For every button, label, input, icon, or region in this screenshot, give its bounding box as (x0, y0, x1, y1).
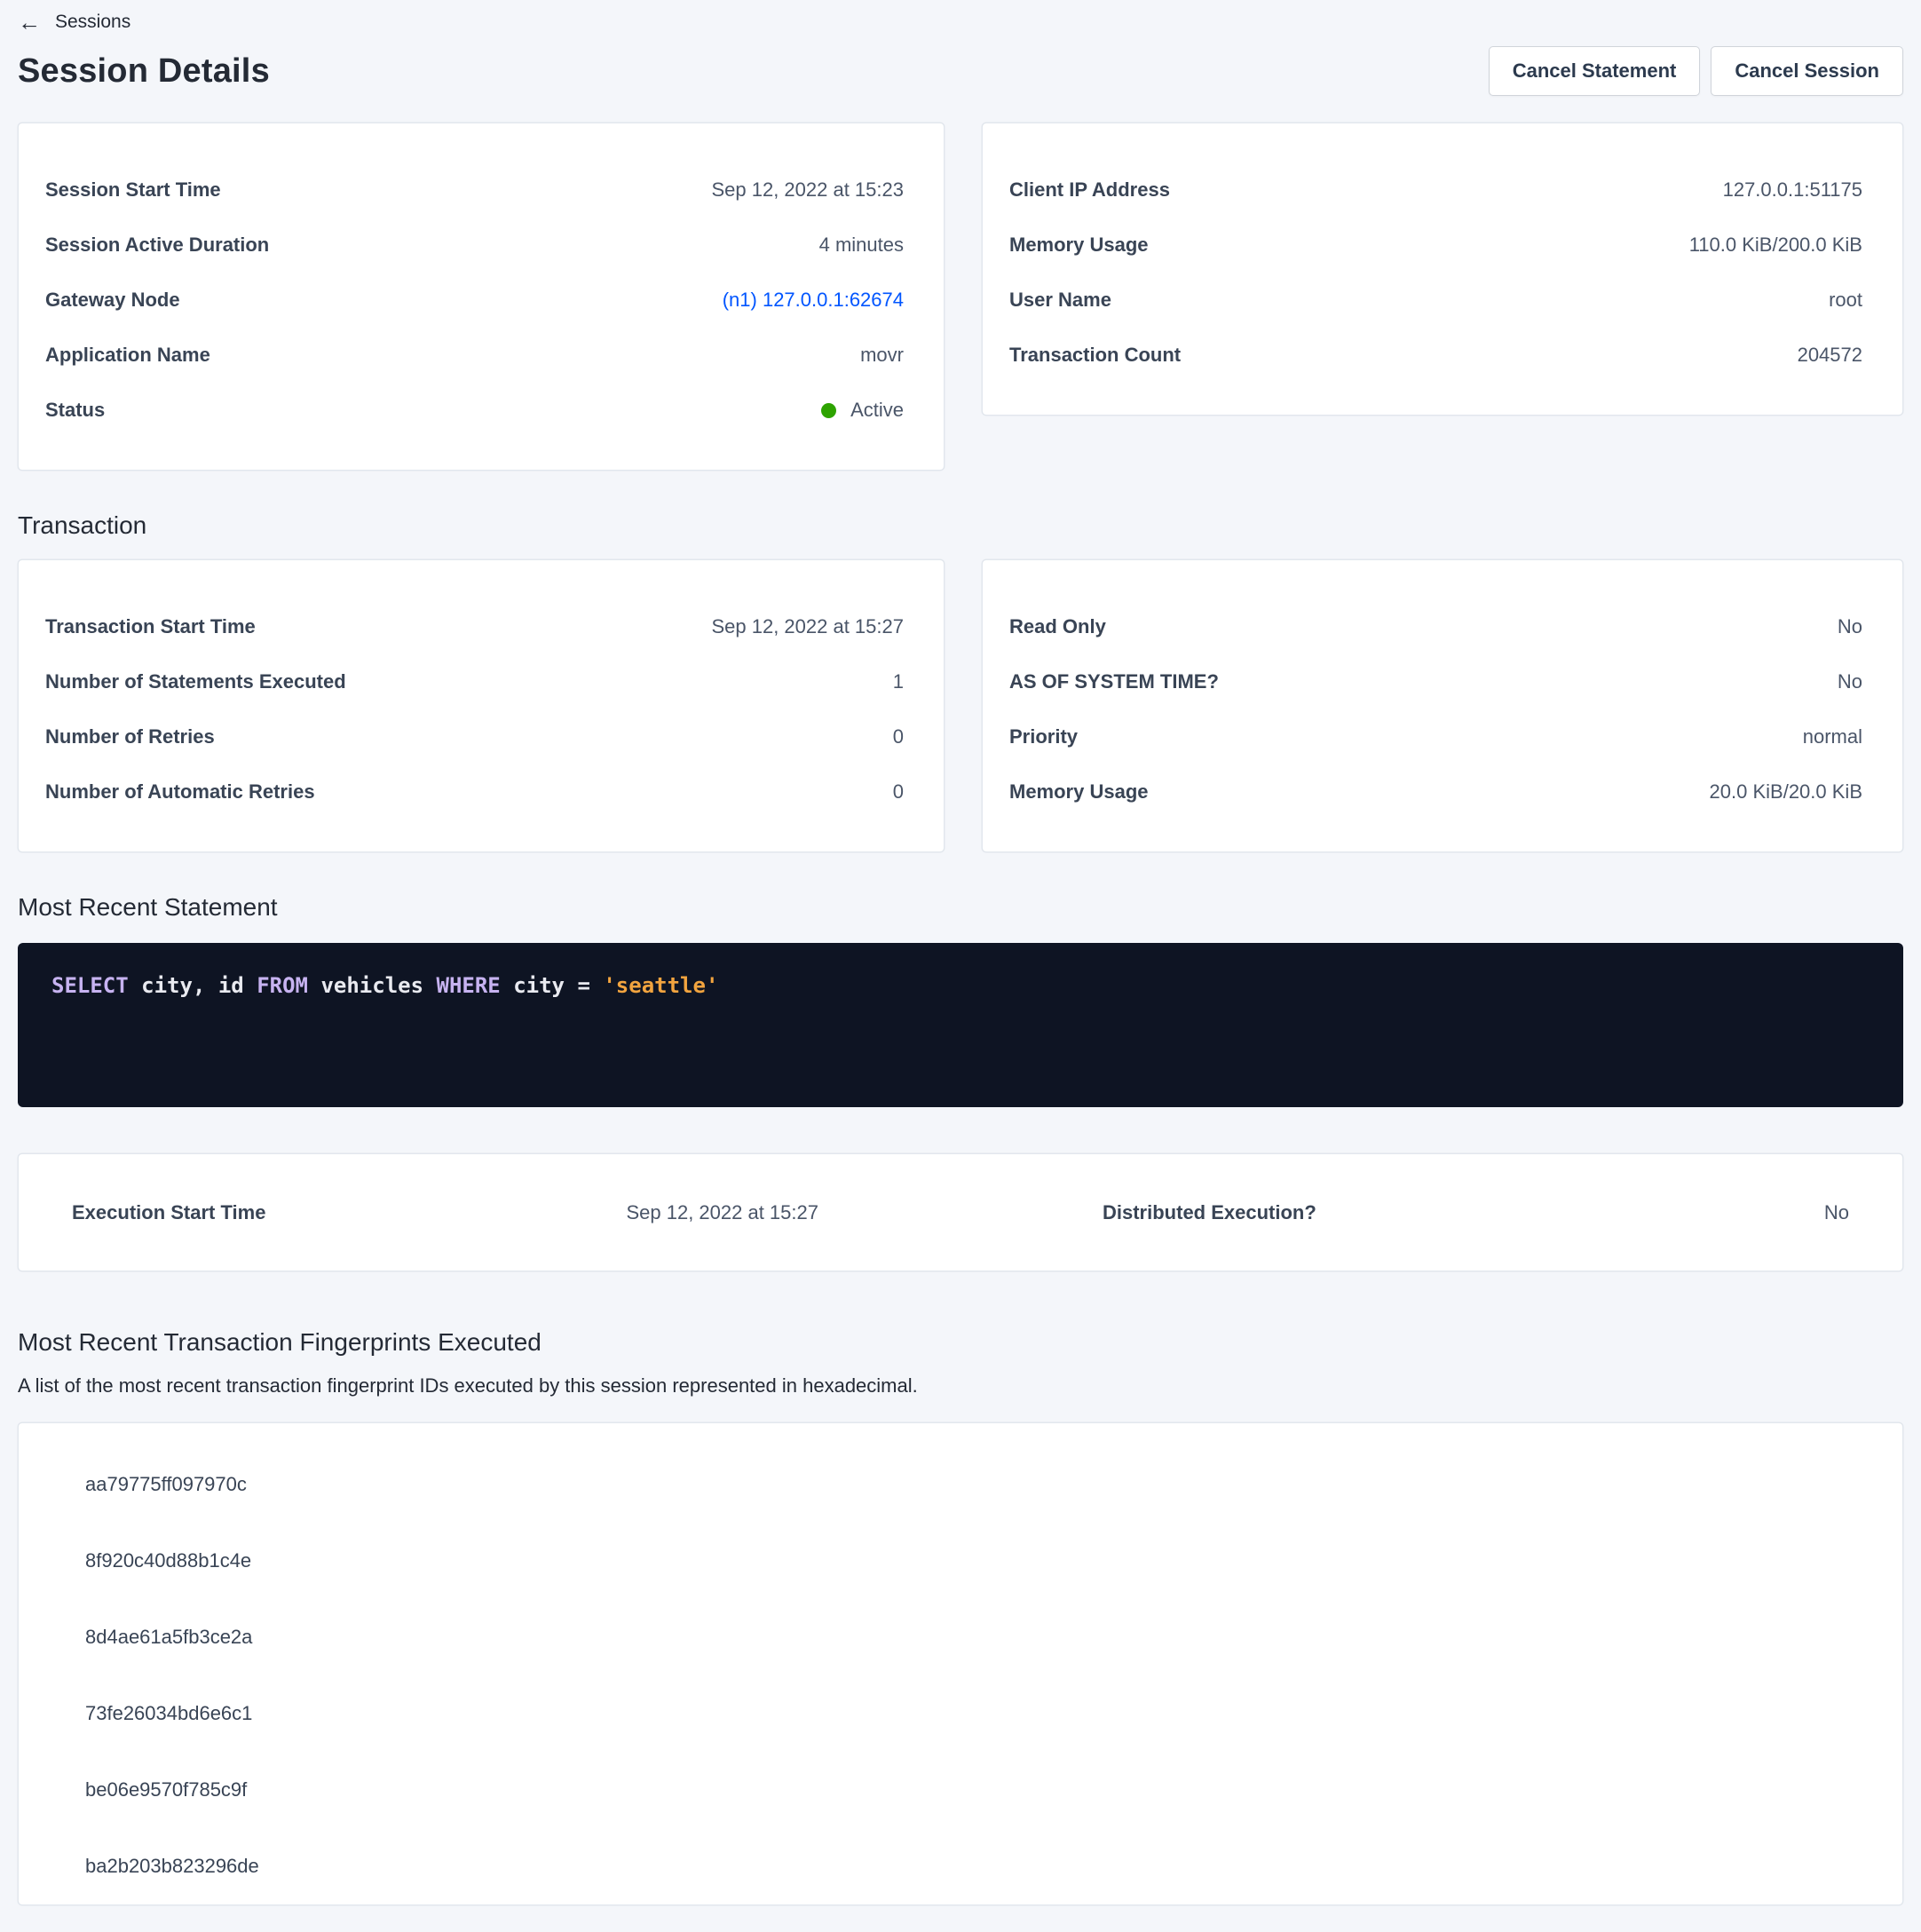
detail-label: Priority (1009, 725, 1078, 748)
detail-row: Number of Retries 0 (45, 709, 904, 764)
detail-label: Transaction Count (1009, 344, 1181, 367)
breadcrumb-label: Sessions (55, 12, 130, 33)
detail-value: movr (860, 344, 904, 367)
detail-row: Memory Usage 20.0 KiB/20.0 KiB (1009, 764, 1862, 820)
sql-statement-box: SELECT city, id FROM vehicles WHERE city… (18, 943, 1903, 1107)
gateway-node-link[interactable]: (n1) 127.0.0.1:62674 (723, 289, 904, 312)
status-value: Active (821, 399, 904, 422)
detail-value: Sep 12, 2022 at 15:27 (626, 1201, 818, 1224)
sql-string: 'seattle' (603, 973, 718, 998)
detail-row: Application Name movr (45, 328, 904, 383)
detail-value: Sep 12, 2022 at 15:27 (711, 615, 904, 638)
detail-label: Distributed Execution? (1103, 1201, 1316, 1224)
detail-label: Gateway Node (45, 289, 180, 312)
back-arrow-icon: ← (18, 11, 41, 34)
section-title-most-recent-statement: Most Recent Statement (18, 893, 1903, 922)
detail-row: Number of Automatic Retries 0 (45, 764, 904, 820)
detail-value: 204572 (1798, 344, 1862, 367)
detail-value: 127.0.0.1:51175 (1723, 178, 1862, 202)
transaction-card-left: Transaction Start Time Sep 12, 2022 at 1… (18, 559, 945, 852)
distributed-execution-row: Distributed Execution? No (1103, 1201, 1849, 1224)
detail-value: 0 (893, 725, 904, 748)
detail-label: Number of Statements Executed (45, 670, 346, 693)
fingerprints-card: aa79775ff097970c 8f920c40d88b1c4e 8d4ae6… (18, 1422, 1903, 1905)
detail-label: Session Start Time (45, 178, 221, 202)
sql-text: vehicles (308, 973, 437, 998)
cancel-statement-button[interactable]: Cancel Statement (1489, 46, 1701, 96)
detail-row: Number of Statements Executed 1 (45, 654, 904, 709)
fingerprints-description: A list of the most recent transaction fi… (18, 1374, 1903, 1398)
transaction-card-right: Read Only No AS OF SYSTEM TIME? No Prior… (982, 559, 1903, 852)
detail-row: Read Only No (1009, 599, 1862, 654)
detail-row: Transaction Start Time Sep 12, 2022 at 1… (45, 599, 904, 654)
sql-statement: SELECT city, id FROM vehicles WHERE city… (51, 973, 1870, 998)
detail-label: Memory Usage (1009, 234, 1149, 257)
detail-row: Transaction Count 204572 (1009, 328, 1862, 383)
session-summary-cards: Session Start Time Sep 12, 2022 at 15:23… (18, 123, 1903, 471)
detail-value: 20.0 KiB/20.0 KiB (1710, 780, 1862, 804)
detail-value: 1 (893, 670, 904, 693)
status-text: Active (850, 399, 904, 422)
page-title: Session Details (18, 52, 270, 91)
detail-row-status: Status Active (45, 383, 904, 438)
fingerprint-item: be06e9570f785c9f (19, 1752, 1902, 1828)
section-title-fingerprints: Most Recent Transaction Fingerprints Exe… (18, 1328, 1903, 1357)
detail-row: Client IP Address 127.0.0.1:51175 (1009, 162, 1862, 218)
detail-row: Memory Usage 110.0 KiB/200.0 KiB (1009, 218, 1862, 273)
header-buttons: Cancel Statement Cancel Session (1489, 46, 1903, 96)
detail-value: root (1829, 289, 1862, 312)
detail-row: User Name root (1009, 273, 1862, 328)
detail-value: 110.0 KiB/200.0 KiB (1689, 234, 1862, 257)
sql-text: city, id (129, 973, 257, 998)
detail-label: Read Only (1009, 615, 1106, 638)
breadcrumb-back-sessions[interactable]: ← Sessions (18, 0, 130, 34)
transaction-cards: Transaction Start Time Sep 12, 2022 at 1… (18, 559, 1903, 852)
detail-label: Memory Usage (1009, 780, 1149, 804)
status-active-dot-icon (821, 403, 836, 418)
sql-text: city = (501, 973, 604, 998)
detail-value: 0 (893, 780, 904, 804)
detail-label: Execution Start Time (72, 1201, 265, 1224)
fingerprint-item: aa79775ff097970c (19, 1446, 1902, 1523)
fingerprint-item: 8f920c40d88b1c4e (19, 1523, 1902, 1599)
detail-row: Session Start Time Sep 12, 2022 at 15:23 (45, 162, 904, 218)
detail-row: Priority normal (1009, 709, 1862, 764)
detail-label: Number of Automatic Retries (45, 780, 315, 804)
detail-value: No (1838, 670, 1862, 693)
page-header: Session Details Cancel Statement Cancel … (18, 46, 1903, 96)
detail-label: Session Active Duration (45, 234, 269, 257)
detail-label: AS OF SYSTEM TIME? (1009, 670, 1219, 693)
sql-keyword: SELECT (51, 973, 129, 998)
detail-label: Number of Retries (45, 725, 215, 748)
fingerprint-item: 8d4ae61a5fb3ce2a (19, 1599, 1902, 1675)
detail-row: Session Active Duration 4 minutes (45, 218, 904, 273)
fingerprint-item: ba2b203b823296de (19, 1828, 1902, 1904)
fingerprint-item: 73fe26034bd6e6c1 (19, 1675, 1902, 1752)
detail-label: User Name (1009, 289, 1111, 312)
detail-label: Transaction Start Time (45, 615, 256, 638)
detail-label: Status (45, 399, 105, 422)
section-title-transaction: Transaction (18, 511, 1903, 540)
session-card-left: Session Start Time Sep 12, 2022 at 15:23… (18, 123, 945, 471)
session-card-right: Client IP Address 127.0.0.1:51175 Memory… (982, 123, 1903, 416)
detail-value: No (1838, 615, 1862, 638)
execution-card: Execution Start Time Sep 12, 2022 at 15:… (18, 1153, 1903, 1271)
sql-keyword: FROM (257, 973, 308, 998)
detail-value: Sep 12, 2022 at 15:23 (711, 178, 904, 202)
detail-value: No (1824, 1201, 1849, 1224)
execution-start-time-row: Execution Start Time Sep 12, 2022 at 15:… (72, 1201, 818, 1224)
detail-value: normal (1803, 725, 1862, 748)
detail-label: Application Name (45, 344, 210, 367)
sql-keyword: WHERE (437, 973, 501, 998)
detail-row: AS OF SYSTEM TIME? No (1009, 654, 1862, 709)
cancel-session-button[interactable]: Cancel Session (1711, 46, 1903, 96)
detail-label: Client IP Address (1009, 178, 1170, 202)
detail-value: 4 minutes (819, 234, 904, 257)
detail-row: Gateway Node (n1) 127.0.0.1:62674 (45, 273, 904, 328)
